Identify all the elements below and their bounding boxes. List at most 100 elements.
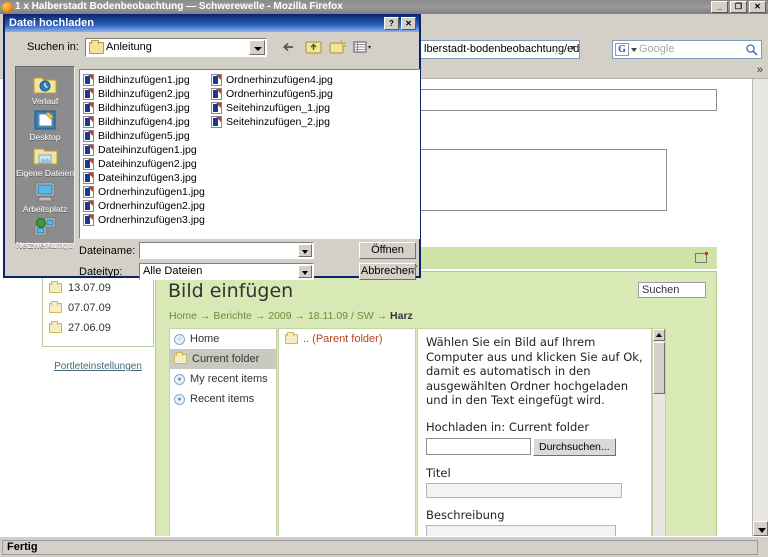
help-button[interactable]: ? xyxy=(384,17,399,30)
jpg-file-icon xyxy=(83,200,94,212)
filename-input[interactable] xyxy=(139,242,314,259)
title-input[interactable] xyxy=(426,483,622,498)
breadcrumb: Home → Berichte → 2009 → 18.11.09 / SW →… xyxy=(169,310,413,322)
chevron-down-icon[interactable] xyxy=(631,48,637,52)
breadcrumb-item[interactable]: Berichte xyxy=(213,310,252,322)
places-item-verlauf[interactable]: Verlauf xyxy=(16,72,74,106)
filetype-select[interactable]: Alle Dateien xyxy=(139,263,314,280)
file-list-item[interactable]: Ordnerhinzufügen5.jpg xyxy=(211,87,339,101)
page-scroll-down-button[interactable] xyxy=(753,521,768,536)
file-list-item[interactable]: Bildhinzufügen4.jpg xyxy=(83,115,211,129)
page-scrollbar[interactable] xyxy=(752,79,768,536)
url-bar[interactable]: lberstadt-bodenbeobachtung/edit ☆ xyxy=(420,40,580,59)
views-icon[interactable] xyxy=(351,37,372,57)
nav-item-recent-items[interactable]: ● Recent items xyxy=(170,389,276,409)
list-item-parent-folder[interactable]: .. (Parent folder) xyxy=(279,329,415,345)
sidebar-item-folder[interactable]: 07.07.09 xyxy=(49,298,147,318)
close-button[interactable]: ✕ xyxy=(749,1,766,13)
sidebar-folder-label: 13.07.09 xyxy=(68,282,111,294)
panel-upload-form: Wählen Sie ein Bild auf Ihrem Computer a… xyxy=(417,328,652,536)
panel-folder-listing: .. (Parent folder) xyxy=(278,328,416,536)
places-item-netzwerkumgebung[interactable]: Netzwerkumg... xyxy=(16,216,74,250)
my-documents-icon xyxy=(32,144,58,168)
file-list-item[interactable]: Bildhinzufügen1.jpg xyxy=(83,73,211,87)
file-list-item[interactable]: Seitehinzufügen_1.jpg xyxy=(211,101,339,115)
jpg-file-icon xyxy=(83,130,94,142)
jpg-file-icon xyxy=(83,88,94,100)
sidebar-folder-label: 07.07.09 xyxy=(68,302,111,314)
google-icon[interactable]: G xyxy=(615,43,629,56)
resize-grip[interactable] xyxy=(408,265,418,275)
up-one-level-icon[interactable] xyxy=(303,37,324,57)
breadcrumb-item[interactable]: 2009 xyxy=(268,310,291,322)
look-in-value: Anleitung xyxy=(106,39,152,56)
breadcrumb-item[interactable]: Home xyxy=(169,310,197,322)
nav-item-home[interactable]: ○ Home xyxy=(170,329,276,349)
jpg-file-icon xyxy=(83,102,94,114)
jpg-file-icon xyxy=(211,88,222,100)
maximize-icon[interactable] xyxy=(695,253,707,263)
bookmark-star-icon[interactable]: ☆ xyxy=(552,43,563,59)
my-computer-icon xyxy=(32,180,58,204)
breadcrumb-separator: → xyxy=(295,310,306,322)
nav-item-label: Recent items xyxy=(190,393,254,405)
restore-button[interactable]: ❐ xyxy=(730,1,747,13)
scrollbar-thumb[interactable] xyxy=(653,342,665,394)
bookmarks-overflow-icon[interactable]: » xyxy=(757,64,763,76)
places-item-desktop[interactable]: Desktop xyxy=(16,108,74,142)
file-list-item[interactable]: Ordnerhinzufügen1.jpg xyxy=(83,185,211,199)
search-bar[interactable]: G Google xyxy=(612,40,762,59)
file-path-input[interactable] xyxy=(426,438,531,455)
chevron-down-icon[interactable] xyxy=(570,46,576,50)
portlet-settings-link[interactable]: Portleteinstellungen xyxy=(42,361,154,372)
places-item-eigene-dateien[interactable]: Eigene Dateien xyxy=(16,144,74,178)
breadcrumb-item[interactable]: 18.11.09 / SW xyxy=(308,310,374,322)
file-list-item[interactable]: Bildhinzufügen5.jpg xyxy=(83,129,211,143)
file-list-item[interactable]: Bildhinzufügen3.jpg xyxy=(83,101,211,115)
sidebar-portlet: 13.07.09 07.07.09 27.06.09 Portleteinste… xyxy=(42,274,154,372)
panel-nav-list: ○ Home Current folder ● My recent items … xyxy=(169,328,277,536)
new-folder-icon[interactable] xyxy=(327,37,348,57)
file-list-item[interactable]: Dateihinzufügen1.jpg xyxy=(83,143,211,157)
open-button[interactable]: Öffnen xyxy=(359,242,416,259)
file-list-item[interactable]: Dateihinzufügen2.jpg xyxy=(83,157,211,171)
scroll-up-button[interactable] xyxy=(653,329,665,341)
jpg-file-icon xyxy=(211,116,222,128)
file-list-item[interactable]: Ordnerhinzufügen4.jpg xyxy=(211,73,339,87)
file-list-item[interactable]: Ordnerhinzufügen3.jpg xyxy=(83,213,211,227)
places-item-label: Netzwerkumg... xyxy=(16,240,74,250)
sidebar-item-folder[interactable]: 13.07.09 xyxy=(49,278,147,298)
minimize-button[interactable]: _ xyxy=(711,1,728,13)
folder-icon xyxy=(174,354,187,364)
sidebar-folder-label: 27.06.09 xyxy=(68,322,111,334)
back-icon[interactable] xyxy=(279,37,300,57)
nav-item-current-folder[interactable]: Current folder xyxy=(170,349,276,369)
nav-item-label: Home xyxy=(190,333,219,345)
chevron-down-icon[interactable] xyxy=(298,265,312,278)
file-upload-dialog: Datei hochladen ? ✕ Suchen in: Anleitung xyxy=(3,14,421,278)
panel-form-scrollbar[interactable] xyxy=(652,328,666,536)
look-in-combo[interactable]: Anleitung xyxy=(85,38,267,57)
browse-button[interactable]: Durchsuchen... xyxy=(533,438,616,456)
description-textarea[interactable] xyxy=(426,525,616,537)
file-list-item[interactable]: Bildhinzufügen2.jpg xyxy=(83,87,211,101)
chevron-down-icon[interactable] xyxy=(249,40,265,55)
search-magnifier-icon[interactable] xyxy=(745,43,758,56)
file-list-item[interactable]: Ordnerhinzufügen2.jpg xyxy=(83,199,211,213)
file-list-pane[interactable]: Bildhinzufügen1.jpgBildhinzufügen2.jpgBi… xyxy=(79,69,420,239)
file-name-label: Dateihinzufügen3.jpg xyxy=(98,172,197,184)
places-item-arbeitsplatz[interactable]: Arbeitsplatz xyxy=(16,180,74,214)
close-dialog-button[interactable]: ✕ xyxy=(401,17,416,30)
nav-item-my-recent-items[interactable]: ● My recent items xyxy=(170,369,276,389)
dialog-location-bar: Suchen in: Anleitung xyxy=(5,32,419,62)
file-list-item[interactable]: Seitehinzufügen_2.jpg xyxy=(211,115,339,129)
file-list-item[interactable]: Dateihinzufügen3.jpg xyxy=(83,171,211,185)
jpg-file-icon xyxy=(211,74,222,86)
nav-item-label: My recent items xyxy=(190,373,268,385)
panel-search-input[interactable]: Suchen xyxy=(638,282,706,298)
chevron-down-icon[interactable] xyxy=(298,244,312,257)
folder-icon xyxy=(285,334,298,344)
jpg-file-icon xyxy=(83,158,94,170)
sidebar-item-folder[interactable]: 27.06.09 xyxy=(49,318,147,338)
filetype-value: Alle Dateien xyxy=(143,265,202,277)
